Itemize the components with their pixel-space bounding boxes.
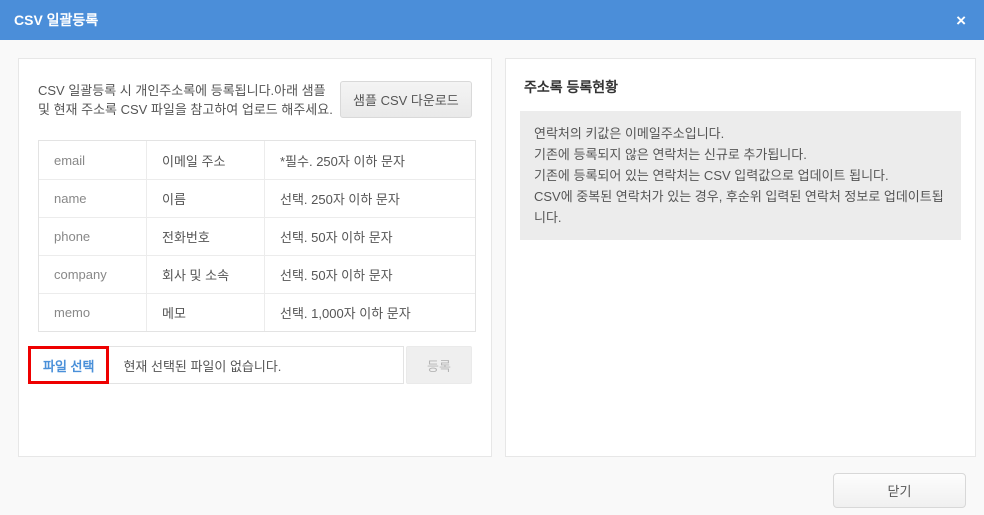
info-line: 연락처의 키값은 이메일주소입니다. [534, 123, 947, 144]
field-key: email [39, 141, 147, 179]
info-line: 기존에 등록되지 않은 연락처는 신규로 추가됩니다. [534, 144, 947, 165]
field-label: 메모 [147, 294, 265, 331]
intro-text: CSV 일괄등록 시 개인주소록에 등록됩니다.아래 샘플 및 현재 주소록 C… [38, 81, 340, 119]
field-key: memo [39, 294, 147, 331]
table-row-name: name 이름 선택. 250자 이하 문자 [39, 179, 475, 217]
file-upload-row: 파일 선택 현재 선택된 파일이 없습니다. 등록 [38, 346, 472, 384]
field-key: company [39, 256, 147, 293]
register-button[interactable]: 등록 [406, 346, 472, 384]
field-rule: 선택. 50자 이하 문자 [265, 256, 475, 293]
field-label: 전화번호 [147, 218, 265, 255]
close-button[interactable]: 닫기 [833, 473, 966, 508]
field-key: phone [39, 218, 147, 255]
field-rule: 선택. 50자 이하 문자 [265, 218, 475, 255]
table-row-phone: phone 전화번호 선택. 50자 이하 문자 [39, 217, 475, 255]
info-line: 기존에 등록되어 있는 연락처는 CSV 입력값으로 업데이트 됩니다. [534, 165, 947, 186]
info-line: CSV에 중복된 연락처가 있는 경우, 후순위 입력된 연락처 정보로 업데이… [534, 186, 947, 228]
modal-title: CSV 일괄등록 [14, 10, 98, 30]
field-rule: 선택. 250자 이하 문자 [265, 180, 475, 217]
status-panel-title: 주소록 등록현황 [524, 77, 961, 97]
modal-header: CSV 일괄등록 × [0, 0, 984, 40]
close-icon[interactable]: × [952, 10, 970, 31]
table-row-email: email 이메일 주소 *필수. 250자 이하 문자 [39, 141, 475, 179]
field-label: 이메일 주소 [147, 141, 265, 179]
field-label: 회사 및 소속 [147, 256, 265, 293]
intro-row: CSV 일괄등록 시 개인주소록에 등록됩니다.아래 샘플 및 현재 주소록 C… [38, 81, 472, 119]
field-rule: 선택. 1,000자 이하 문자 [265, 294, 475, 331]
table-row-memo: memo 메모 선택. 1,000자 이하 문자 [39, 293, 475, 331]
sample-csv-download-button[interactable]: 샘플 CSV 다운로드 [340, 81, 472, 118]
field-rule: *필수. 250자 이하 문자 [265, 141, 475, 179]
field-label: 이름 [147, 180, 265, 217]
field-key: name [39, 180, 147, 217]
status-info-box: 연락처의 키값은 이메일주소입니다. 기존에 등록되지 않은 연락처는 신규로 … [520, 111, 961, 240]
status-panel: 주소록 등록현황 연락처의 키값은 이메일주소입니다. 기존에 등록되지 않은 … [505, 58, 976, 457]
upload-panel: CSV 일괄등록 시 개인주소록에 등록됩니다.아래 샘플 및 현재 주소록 C… [18, 58, 492, 457]
file-status-text: 현재 선택된 파일이 없습니다. [109, 346, 404, 384]
table-row-company: company 회사 및 소속 선택. 50자 이하 문자 [39, 255, 475, 293]
file-select-button[interactable]: 파일 선택 [28, 346, 109, 384]
csv-field-table: email 이메일 주소 *필수. 250자 이하 문자 name 이름 선택.… [38, 140, 476, 332]
